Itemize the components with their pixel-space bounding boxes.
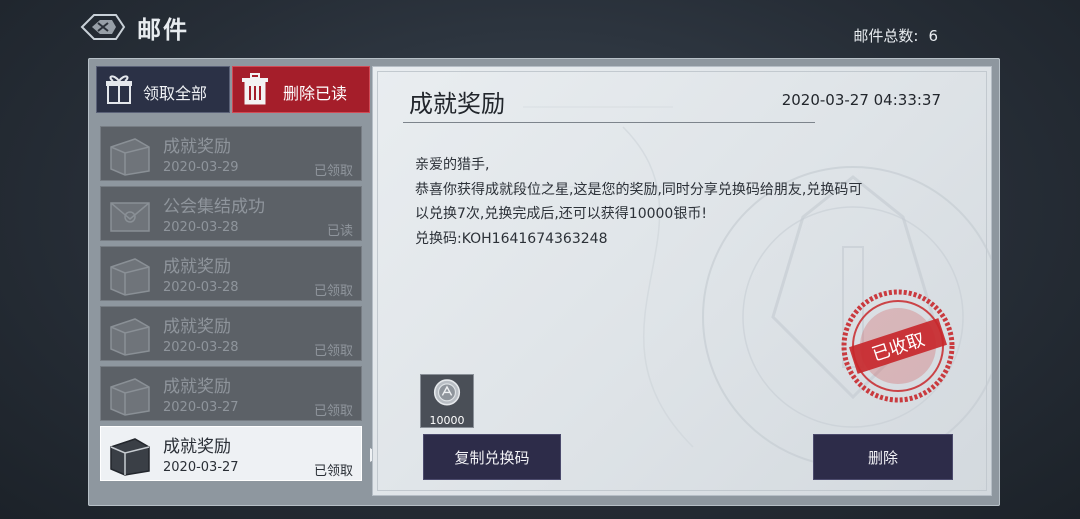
trash-can-icon — [242, 73, 268, 105]
mail-logo-icon — [80, 14, 126, 40]
mail-item-status: 已领取 — [313, 284, 353, 299]
gift-box-icon — [106, 75, 132, 104]
mail-item[interactable]: 成就奖励 2020-03-28 已领取 — [100, 246, 362, 301]
mail-item-date: 2020-03-28 — [163, 340, 239, 355]
detail-inner-border — [377, 71, 987, 491]
mail-count-label: 邮件总数: — [853, 27, 919, 45]
mail-item-date: 2020-03-28 — [163, 220, 239, 235]
page-title: 邮件 — [137, 16, 189, 44]
reward-quantity: 10000 — [429, 414, 465, 427]
copy-code-button[interactable]: 复制兑换码 — [423, 434, 561, 480]
box-icon — [110, 438, 150, 476]
body-line: 以兑换7次,兑换完成后,还可以获得10000银币! — [415, 206, 707, 222]
mail-body: 亲爱的猎手, 恭喜你获得成就段位之星,这是您的奖励,同时分享兑换码给朋友,兑换码… — [415, 153, 955, 251]
envelope-icon — [110, 202, 150, 232]
mail-item-title: 成就奖励 — [163, 437, 231, 457]
collect-all-button[interactable]: 领取全部 — [96, 66, 230, 113]
top-bar: 邮件 邮件总数: 6 — [0, 0, 1080, 56]
delete-read-button[interactable]: 删除已读 — [232, 66, 370, 113]
delete-mail-button[interactable]: 删除 — [813, 434, 953, 480]
mail-item-title: 公会集结成功 — [163, 197, 265, 217]
mail-item[interactable]: 公会集结成功 2020-03-28 已读 — [100, 186, 362, 241]
mail-detail-panel: 成就奖励 2020-03-27 04:33:37 亲爱的猎手, 恭喜你获得成就段… — [372, 66, 992, 496]
reward-item[interactable]: 10000 — [420, 374, 474, 428]
mail-list-panel: 领取全部 删除已读 成就奖励 2020-03-29 已领取 公会集结成功 202… — [96, 66, 370, 498]
body-line: 亲爱的猎手, — [415, 157, 490, 173]
mail-item-status: 已领取 — [313, 344, 353, 359]
collect-all-label: 领取全部 — [143, 84, 208, 103]
mail-item[interactable]: 成就奖励 2020-03-28 已领取 — [100, 306, 362, 361]
silver-coin-icon — [433, 379, 461, 406]
mail-item[interactable]: 成就奖励 2020-03-27 已领取 — [100, 366, 362, 421]
box-icon — [110, 318, 150, 356]
title-divider — [403, 122, 815, 123]
box-icon — [110, 258, 150, 296]
body-line: 恭喜你获得成就段位之星,这是您的奖励,同时分享兑换码给朋友,兑换码可 — [415, 181, 863, 198]
mail-item-status: 已领取 — [313, 404, 353, 419]
mail-item-date: 2020-03-29 — [163, 160, 239, 175]
mail-item-status: 已读 — [326, 224, 353, 239]
mail-item-title: 成就奖励 — [163, 137, 231, 157]
copy-code-label: 复制兑换码 — [454, 448, 530, 467]
delete-mail-label: 删除 — [867, 448, 898, 467]
mail-item-status: 已领取 — [313, 164, 353, 179]
detail-timestamp: 2020-03-27 04:33:37 — [781, 91, 941, 109]
mail-item-date: 2020-03-27 — [163, 460, 239, 475]
mail-item-title: 成就奖励 — [163, 377, 231, 397]
box-icon — [110, 138, 150, 176]
mail-count: 邮件总数: 6 — [853, 25, 938, 46]
mail-item-date: 2020-03-28 — [163, 280, 239, 295]
mail-item-title: 成就奖励 — [163, 257, 231, 277]
collected-stamp: 已收取 — [841, 289, 955, 403]
box-icon — [110, 378, 150, 416]
mail-item-selected[interactable]: 成就奖励 2020-03-27 已领取 — [100, 426, 362, 481]
mail-item[interactable]: 成就奖励 2020-03-29 已领取 — [100, 126, 362, 181]
detail-title: 成就奖励 — [409, 90, 505, 118]
mail-item-date: 2020-03-27 — [163, 400, 239, 415]
mail-item-status: 已领取 — [313, 464, 353, 479]
body-line: 兑换码:KOH1641674363248 — [415, 230, 608, 247]
mail-count-value: 6 — [928, 27, 938, 45]
mail-item-title: 成就奖励 — [163, 317, 231, 337]
delete-read-label: 删除已读 — [283, 84, 348, 103]
